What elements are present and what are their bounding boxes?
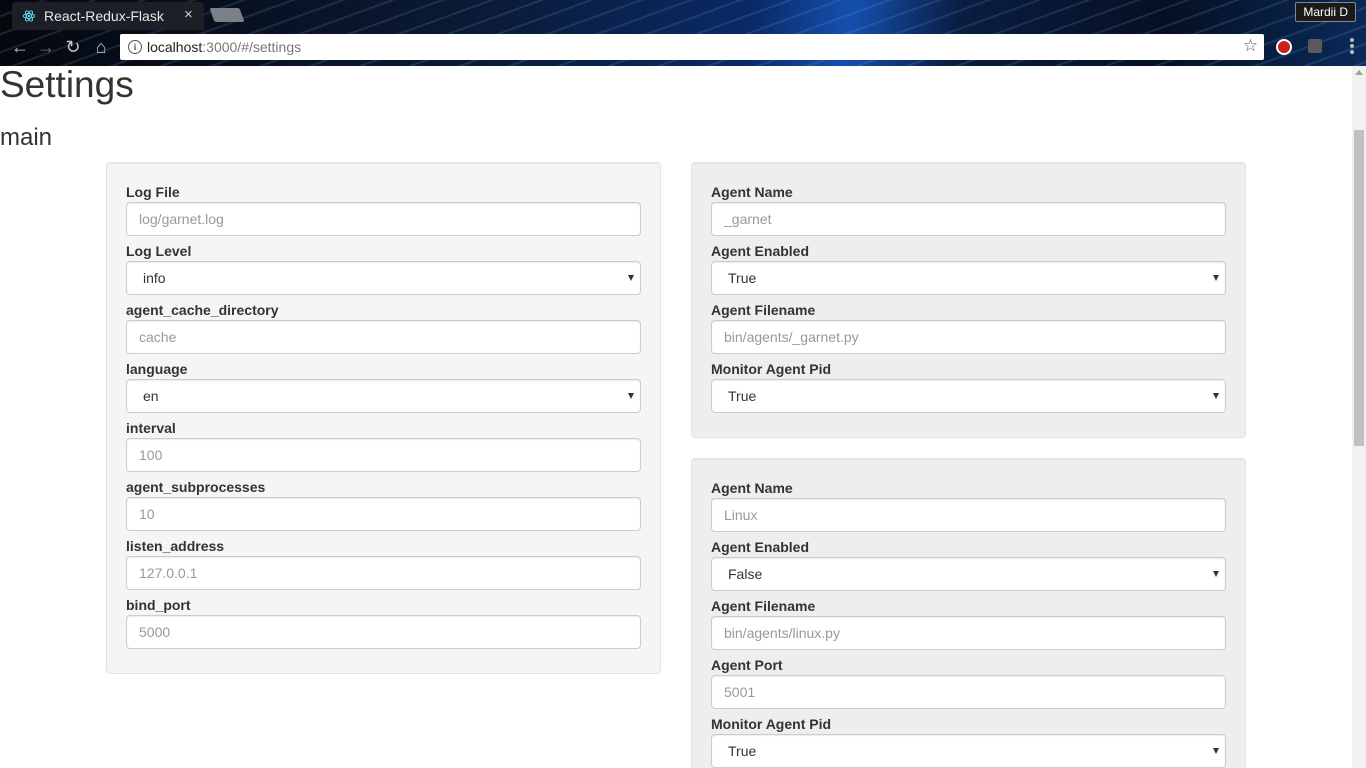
interval-group: interval — [126, 418, 641, 472]
agent-filename-group: Agent Filename — [711, 300, 1226, 354]
agent-enabled-value: False — [728, 566, 763, 582]
agent-filename-label: Agent Filename — [711, 598, 816, 614]
monitor-agent-pid-label: Monitor Agent Pid — [711, 716, 832, 732]
interval-input[interactable] — [126, 438, 641, 472]
agent-subprocesses-label: agent_subprocesses — [126, 479, 266, 495]
info-icon[interactable]: i — [128, 40, 142, 54]
agent-filename-label: Agent Filename — [711, 302, 816, 318]
dropdown-caret-icon — [1213, 393, 1219, 399]
scroll-up-arrow-icon[interactable] — [1355, 70, 1363, 75]
url-path: :3000/#/settings — [202, 39, 302, 55]
agent-port-input[interactable] — [711, 675, 1226, 709]
browser-tab[interactable]: React-Redux-Flask × — [12, 2, 204, 30]
tab-title: React-Redux-Flask — [44, 8, 164, 24]
monitor-agent-pid-select[interactable]: True — [711, 734, 1226, 768]
close-tab-icon[interactable]: × — [184, 6, 193, 23]
agent-name-label: Agent Name — [711, 184, 793, 200]
language-value: en — [143, 388, 159, 404]
agent-filename-group: Agent Filename — [711, 596, 1226, 650]
log-level-label: Log Level — [126, 243, 192, 259]
monitor-agent-pid-label: Monitor Agent Pid — [711, 361, 832, 377]
dropdown-caret-icon — [628, 275, 634, 281]
monitor-agent-pid-value: True — [728, 743, 757, 759]
dropdown-caret-icon — [1213, 748, 1219, 754]
vertical-scrollbar[interactable] — [1352, 66, 1366, 768]
monitor-agent-pid-group: Monitor Agent Pid True — [711, 359, 1226, 413]
agent-subprocesses-group: agent_subprocesses — [126, 477, 641, 531]
interval-label: interval — [126, 420, 176, 436]
forward-arrow-icon[interactable]: → — [36, 37, 56, 57]
main-settings-panel: Log File Log Level info agent_cache_dire… — [106, 162, 661, 674]
agent-panel-garnet: Agent Name Agent Enabled True Agent File… — [691, 162, 1246, 438]
monitor-agent-pid-select[interactable]: True — [711, 379, 1226, 413]
agent-enabled-value: True — [728, 270, 757, 286]
agent-port-label: Agent Port — [711, 657, 783, 673]
agent-name-group: Agent Name — [711, 182, 1226, 236]
monitor-agent-pid-value: True — [728, 388, 757, 404]
monitor-agent-pid-group: Monitor Agent Pid True — [711, 714, 1226, 768]
listen-address-group: listen_address — [126, 536, 641, 590]
agent-filename-input[interactable] — [711, 320, 1226, 354]
url-host: localhost — [147, 39, 203, 55]
dropdown-caret-icon — [1213, 571, 1219, 577]
listen-address-input[interactable] — [126, 556, 641, 590]
home-icon[interactable]: ⌂ — [91, 37, 111, 57]
react-logo-icon — [22, 10, 36, 22]
agent-enabled-label: Agent Enabled — [711, 243, 810, 259]
log-level-value: info — [143, 270, 166, 286]
section-title: main — [0, 124, 53, 151]
listen-address-label: listen_address — [126, 538, 225, 554]
page-title: Settings — [0, 66, 134, 105]
bind-port-group: bind_port — [126, 595, 641, 649]
agent-cache-directory-group: agent_cache_directory — [126, 300, 641, 354]
page-content: Settings main Log File Log Level info ag… — [0, 66, 1352, 768]
agent-enabled-select[interactable]: False — [711, 557, 1226, 591]
agent-name-group: Agent Name — [711, 478, 1226, 532]
agent-panel-linux: Agent Name Agent Enabled False Agent Fil… — [691, 458, 1246, 768]
agent-cache-directory-label: agent_cache_directory — [126, 302, 279, 318]
opera-extension-icon[interactable] — [1276, 39, 1292, 55]
agent-name-input[interactable] — [711, 202, 1226, 236]
scrollbar-thumb[interactable] — [1354, 130, 1364, 446]
bind-port-label: bind_port — [126, 597, 191, 613]
agent-name-input[interactable] — [711, 498, 1226, 532]
agent-cache-directory-input[interactable] — [126, 320, 641, 354]
log-file-label: Log File — [126, 184, 180, 200]
browser-chrome: React-Redux-Flask × Mardii D ← → ↻ ⌂ i l… — [0, 0, 1366, 66]
agent-enabled-group: Agent Enabled False — [711, 537, 1226, 591]
log-file-group: Log File — [126, 182, 641, 236]
language-select[interactable]: en — [126, 379, 641, 413]
extension-icon[interactable] — [1308, 39, 1322, 53]
agent-subprocesses-input[interactable] — [126, 497, 641, 531]
dropdown-caret-icon — [1213, 275, 1219, 281]
agent-name-label: Agent Name — [711, 480, 793, 496]
profile-button[interactable]: Mardii D — [1295, 2, 1356, 22]
back-arrow-icon[interactable]: ← — [10, 37, 30, 57]
url-text: localhost:3000/#/settings — [147, 39, 301, 55]
log-level-select[interactable]: info — [126, 261, 641, 295]
log-level-group: Log Level info — [126, 241, 641, 295]
language-label: language — [126, 361, 188, 377]
agent-port-group: Agent Port — [711, 655, 1226, 709]
new-tab-button[interactable] — [209, 8, 245, 22]
kebab-menu-icon[interactable] — [1350, 38, 1354, 56]
log-file-input[interactable] — [126, 202, 641, 236]
agent-enabled-label: Agent Enabled — [711, 539, 810, 555]
reload-icon[interactable]: ↻ — [63, 37, 83, 57]
agent-enabled-group: Agent Enabled True — [711, 241, 1226, 295]
address-bar[interactable]: i localhost:3000/#/settings ☆ — [120, 34, 1264, 60]
language-group: language en — [126, 359, 641, 413]
agent-filename-input[interactable] — [711, 616, 1226, 650]
agent-enabled-select[interactable]: True — [711, 261, 1226, 295]
bookmark-star-icon[interactable]: ☆ — [1243, 36, 1258, 56]
bind-port-input[interactable] — [126, 615, 641, 649]
dropdown-caret-icon — [628, 393, 634, 399]
